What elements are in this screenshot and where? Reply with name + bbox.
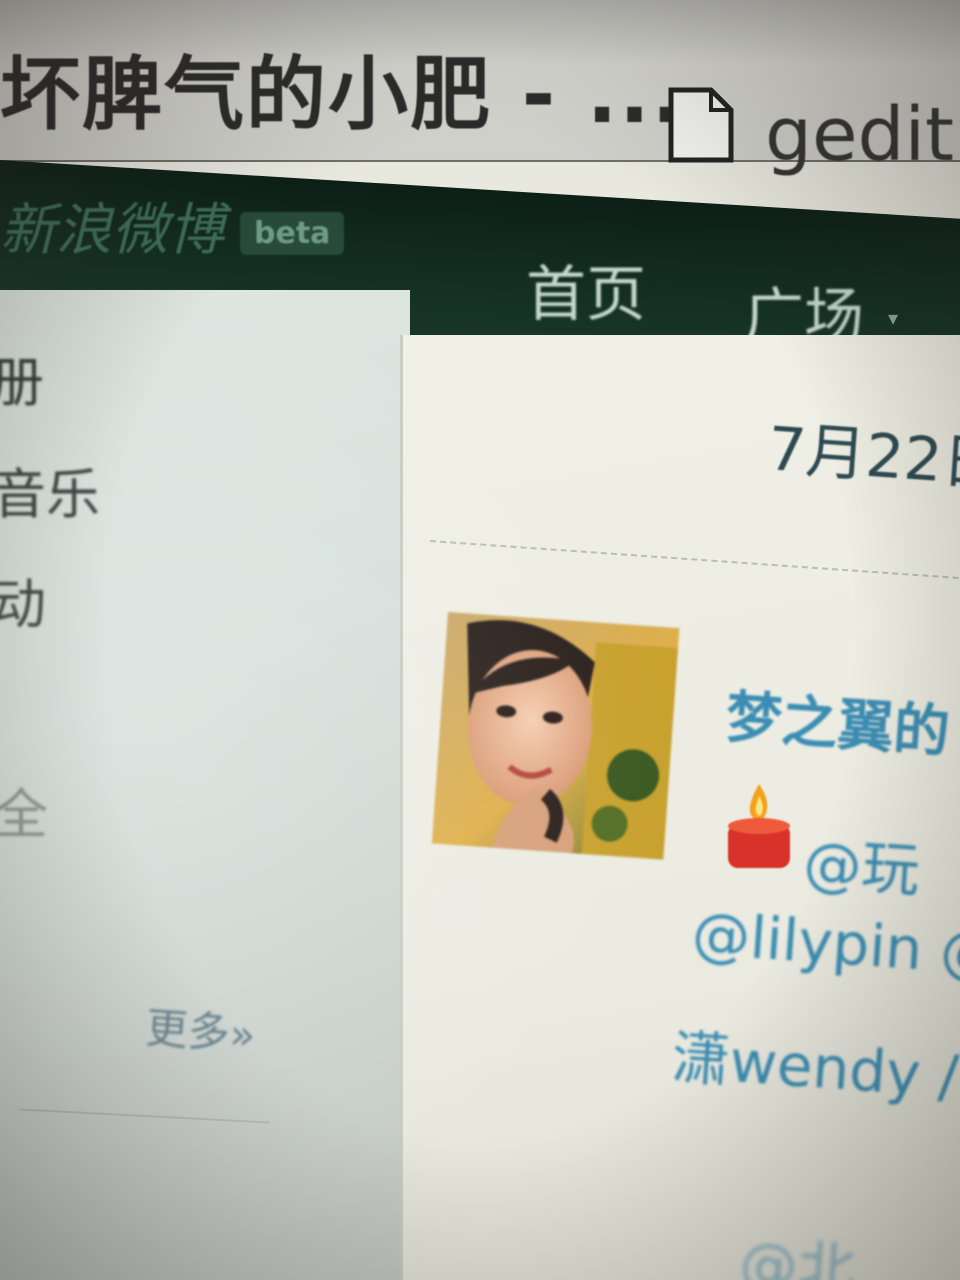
document-icon	[668, 87, 734, 163]
beta-badge: beta	[240, 212, 345, 255]
app-tab-label[interactable]: gedit	[765, 92, 954, 178]
left-sidebar	[0, 290, 410, 1280]
chevron-down-icon[interactable]: ▾	[888, 306, 898, 330]
sidebar-item-music[interactable]: 音乐	[0, 450, 100, 529]
browser-tab-bar: 坏脾气的小肥 - ... gedit	[0, 0, 960, 178]
sidebar-item-activity[interactable]: 动	[0, 560, 46, 639]
candle-icon	[728, 784, 790, 868]
mention-link[interactable]: @玩	[801, 816, 923, 908]
feed-date: 7月22日	[765, 413, 960, 501]
mention-link[interactable]: @北	[737, 1216, 859, 1280]
avatar[interactable]	[431, 612, 680, 860]
sidebar-item-album[interactable]: 册	[0, 338, 44, 417]
tab-title[interactable]: 坏脾气的小肥 - ...	[0, 30, 684, 146]
nav-home-link[interactable]: 首页	[526, 246, 646, 333]
sidebar-item-all[interactable]: 全	[0, 770, 48, 849]
site-logo[interactable]: 新浪微博	[0, 185, 224, 266]
post-author-link[interactable]: 梦之翼的	[723, 672, 952, 768]
photo-frame: 坏脾气的小肥 - ... gedit 新浪微博 beta 首页 广场 ▾ 册 音…	[0, 0, 960, 1280]
sidebar-more-link[interactable]: 更多»	[144, 994, 258, 1063]
